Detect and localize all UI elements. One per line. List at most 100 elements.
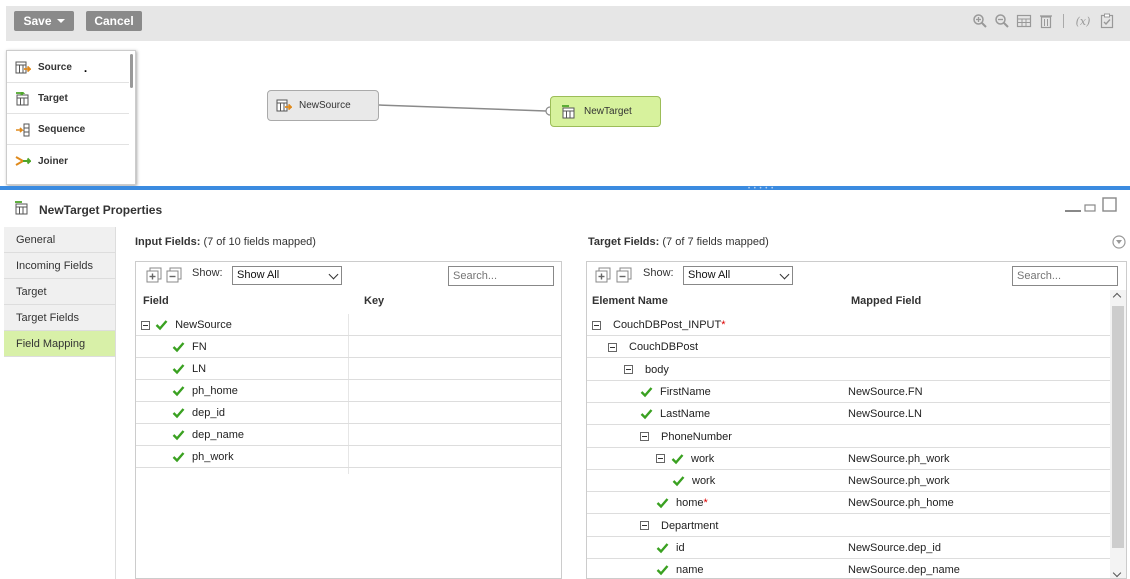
collapse-node-icon[interactable] <box>656 454 665 464</box>
table-row[interactable]: FirstName NewSource.FN <box>587 381 1110 403</box>
scroll-down-icon[interactable] <box>1112 568 1122 578</box>
element-name: work <box>692 475 716 488</box>
table-row[interactable]: NewSource <box>136 314 561 336</box>
toolbar-icons: (x) <box>971 11 1116 31</box>
zoom-in-icon[interactable] <box>971 12 989 30</box>
checkmark-icon <box>640 409 653 420</box>
show-filter-select[interactable]: Show All <box>683 266 793 285</box>
table-row[interactable]: Department <box>587 515 1110 537</box>
palette-scrollbar[interactable] <box>130 54 133 88</box>
field-cell: dep_name <box>172 424 244 446</box>
tab-field-mapping[interactable]: Field Mapping <box>4 331 115 357</box>
source-node-label: NewSource <box>299 100 351 111</box>
expression-icon[interactable]: (x) <box>1072 12 1094 30</box>
collapse-node-icon[interactable] <box>640 521 649 531</box>
table-row[interactable]: ph_home <box>136 380 561 402</box>
scroll-up-icon[interactable] <box>1112 292 1122 302</box>
expand-all-icon[interactable] <box>146 267 162 283</box>
field-cell: FN <box>172 336 207 358</box>
panel-divider[interactable] <box>0 186 1130 190</box>
table-row[interactable]: LN <box>136 358 561 380</box>
palette-item-sequence[interactable]: Sequence <box>7 115 129 145</box>
column-header-field: Field <box>143 295 169 307</box>
field-cell: NewSource <box>141 314 232 336</box>
zoom-out-icon[interactable] <box>993 12 1011 30</box>
checkmark-icon <box>172 364 185 375</box>
joiner-icon <box>15 156 31 166</box>
collapse-all-icon[interactable] <box>616 267 632 283</box>
properties-nav: General Incoming Fields Target Target Fi… <box>4 227 116 579</box>
tab-target[interactable]: Target <box>4 279 115 305</box>
tab-target-fields[interactable]: Target Fields <box>4 305 115 331</box>
element-name: PhoneNumber <box>661 430 732 443</box>
element-cell: body <box>624 359 669 381</box>
table-row[interactable]: dep_id <box>136 402 561 424</box>
source-node[interactable]: NewSource <box>267 90 379 121</box>
restore-icon[interactable] <box>1084 199 1100 213</box>
palette-item-joiner[interactable]: Joiner <box>7 146 129 176</box>
collapse-node-icon[interactable] <box>624 365 633 375</box>
target-fields-title: Target Fields: (7 of 7 fields mapped) <box>588 236 769 248</box>
collapse-node-icon[interactable] <box>608 342 617 352</box>
input-fields-summary: (7 of 10 fields mapped) <box>203 236 316 248</box>
table-row[interactable]: body <box>587 359 1110 381</box>
table-row[interactable]: home* NewSource.ph_home <box>587 492 1110 515</box>
save-button[interactable]: Save <box>14 11 74 31</box>
mapped-field-cell: NewSource.ph_work <box>848 475 950 488</box>
element-cell: CouchDBPost <box>608 336 698 358</box>
grid-icon[interactable] <box>1015 12 1033 30</box>
table-row[interactable]: PhoneNumber <box>587 426 1110 448</box>
collapse-panel-icon[interactable] <box>1112 235 1126 249</box>
search-input[interactable] <box>448 266 554 286</box>
show-filter-select[interactable]: Show All <box>232 266 342 285</box>
maximize-icon[interactable] <box>1102 197 1118 213</box>
target-fields-grid: Show: Show All Element Name Mapped Field… <box>586 261 1127 579</box>
table-row[interactable]: CouchDBPost <box>587 336 1110 359</box>
minimize-icon[interactable] <box>1064 199 1082 213</box>
field-name: dep_name <box>192 429 244 441</box>
collapse-node-icon[interactable] <box>592 320 601 330</box>
checkmark-icon <box>640 387 653 398</box>
search-input[interactable] <box>1012 266 1118 286</box>
table-row[interactable]: work NewSource.ph_work <box>587 470 1110 493</box>
resize-grip-icon[interactable]: • • • • • <box>748 186 774 192</box>
element-cell: work <box>672 470 715 492</box>
expand-all-icon[interactable] <box>595 267 611 283</box>
collapse-node-icon[interactable] <box>640 432 649 442</box>
tab-incoming-fields[interactable]: Incoming Fields <box>4 253 115 279</box>
target-grid-scrollbar[interactable] <box>1110 290 1126 578</box>
palette-item-target[interactable]: Target <box>7 84 129 114</box>
mapped-field-cell: NewSource.dep_name <box>848 564 960 577</box>
palette-item-source[interactable]: Source . <box>7 53 129 83</box>
field-name: ph_home <box>192 385 238 397</box>
table-row[interactable]: work NewSource.ph_work <box>587 448 1110 470</box>
field-name: NewSource <box>175 319 232 331</box>
collapse-node-icon[interactable] <box>141 320 150 330</box>
tab-general[interactable]: General <box>4 227 115 253</box>
table-row[interactable]: name NewSource.dep_name <box>587 559 1110 578</box>
palette-item-label: Source <box>38 62 72 73</box>
scrollbar-thumb[interactable] <box>1112 306 1124 548</box>
table-row[interactable]: LastName NewSource.LN <box>587 403 1110 426</box>
mapping-canvas[interactable]: Source . Target Sequence Joiner NewSourc… <box>6 41 1130 186</box>
field-cell: dep_id <box>172 402 225 424</box>
chevron-down-icon <box>328 269 339 280</box>
table-row[interactable]: dep_name <box>136 424 561 446</box>
target-icon <box>15 201 28 215</box>
checkmark-icon <box>671 454 684 465</box>
validate-icon[interactable] <box>1098 12 1116 30</box>
properties-header: NewTarget Properties <box>6 193 1130 227</box>
table-row[interactable]: CouchDBPost_INPUT* <box>587 314 1110 336</box>
checkmark-icon <box>172 430 185 441</box>
cancel-button[interactable]: Cancel <box>86 11 142 31</box>
source-icon <box>15 61 31 73</box>
checkmark-icon <box>656 543 669 554</box>
table-row[interactable]: FN <box>136 336 561 358</box>
field-name: dep_id <box>192 407 226 419</box>
delete-icon[interactable] <box>1037 12 1055 30</box>
table-row[interactable]: ph_work <box>136 446 561 468</box>
element-name: Department <box>661 519 719 532</box>
table-row[interactable]: id NewSource.dep_id <box>587 537 1110 559</box>
collapse-all-icon[interactable] <box>166 267 182 283</box>
target-node[interactable]: NewTarget <box>550 96 661 127</box>
